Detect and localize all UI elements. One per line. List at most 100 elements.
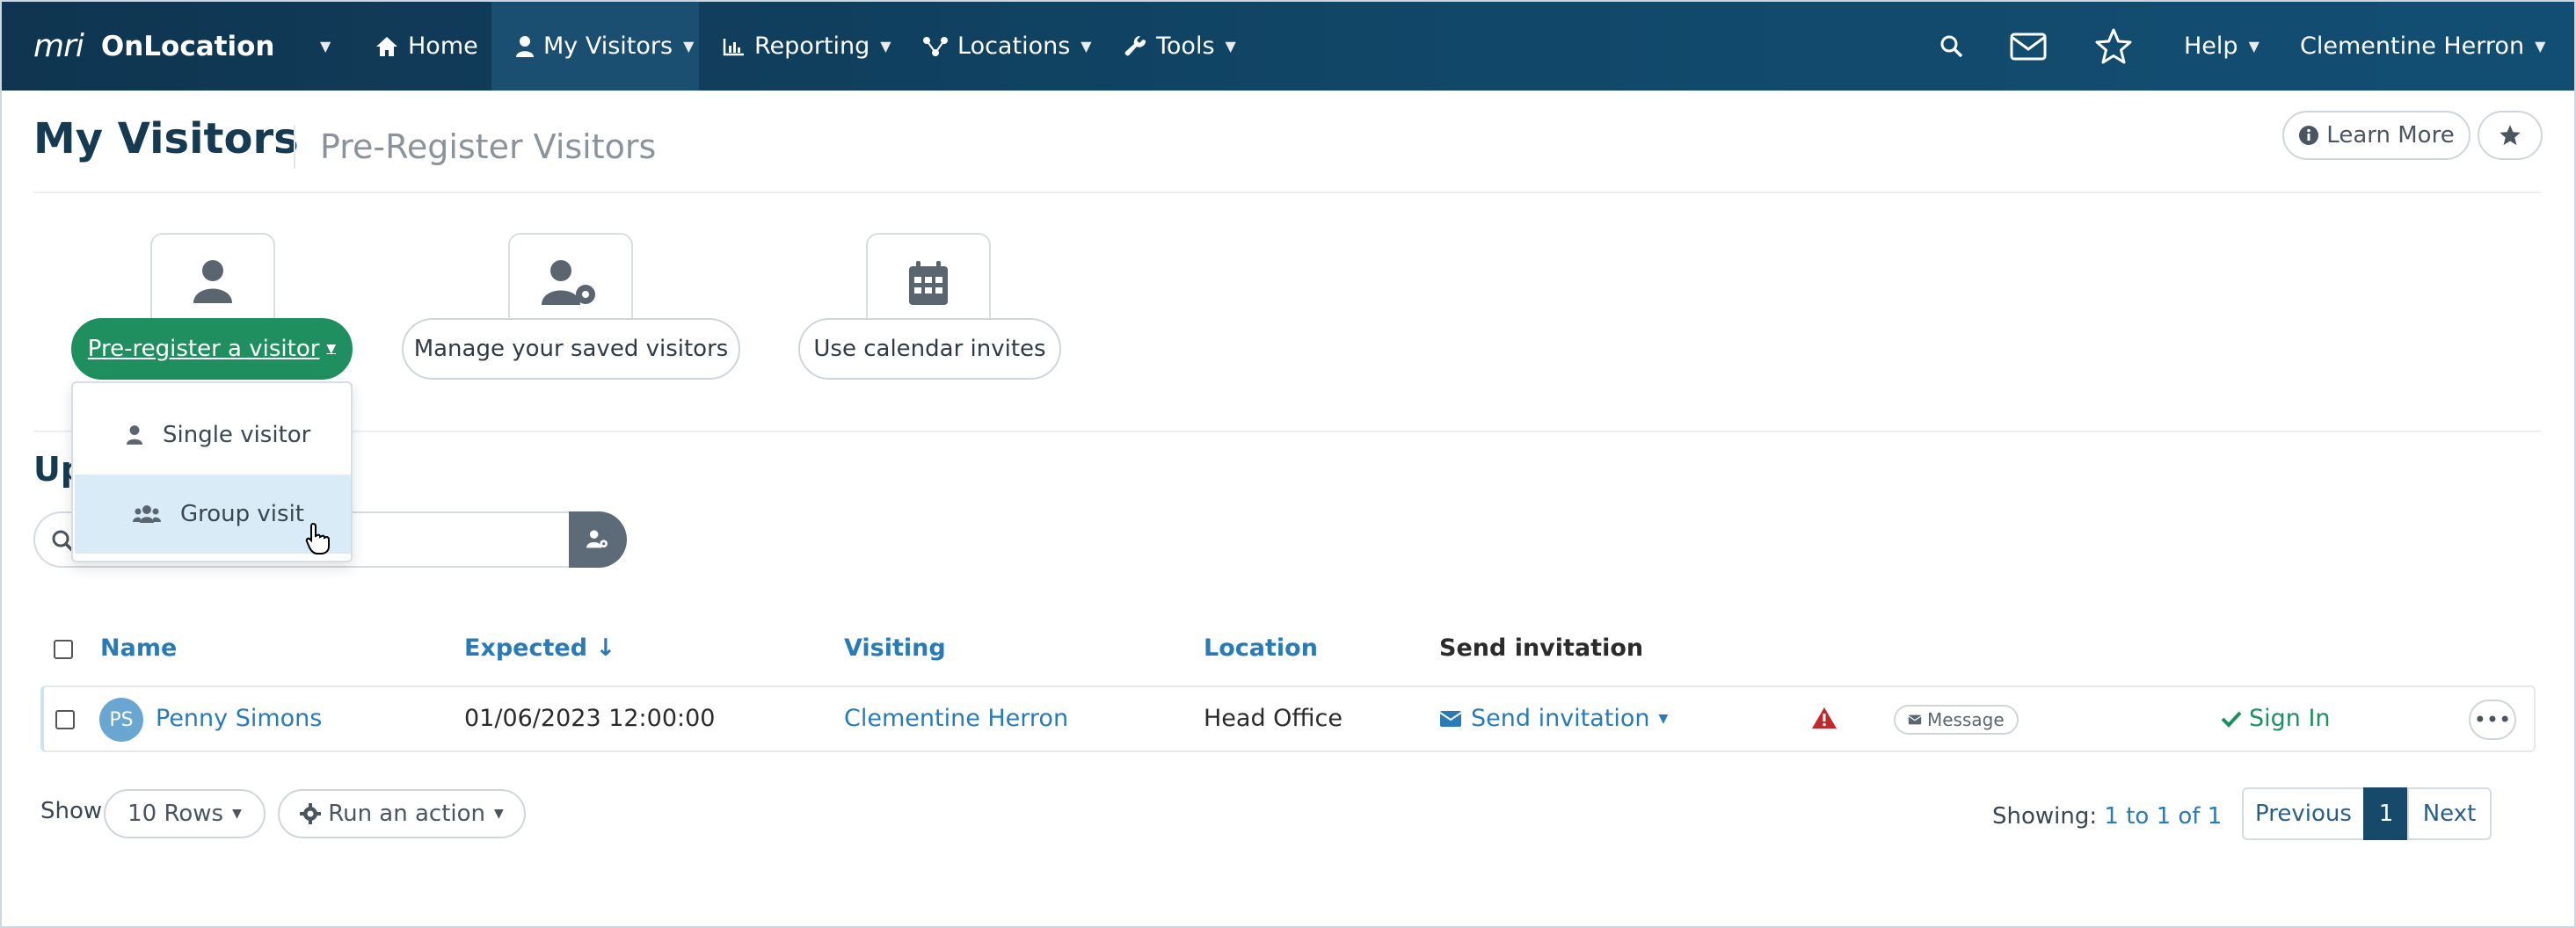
nav-locations[interactable]: Locations ▼ — [922, 2, 1092, 91]
user-icon — [193, 260, 232, 303]
avatar: PS — [99, 698, 143, 742]
help-menu[interactable]: Help ▼ — [2184, 2, 2259, 91]
calendar-icon — [909, 261, 948, 305]
next-label: Next — [2422, 801, 2477, 827]
chevron-down-icon: ▼ — [494, 807, 504, 821]
calendar-invites-button[interactable]: Use calendar invites — [798, 318, 1061, 380]
select-all-checkbox[interactable] — [54, 640, 73, 659]
envelope-icon — [1439, 710, 1462, 727]
chevron-down-icon: ▼ — [880, 38, 891, 54]
chevron-down-icon: ▼ — [326, 342, 337, 356]
chevron-down-icon: ▼ — [320, 38, 331, 54]
group-visit-label: Group visit — [180, 501, 304, 527]
info-icon — [2299, 126, 2319, 145]
calendar-label: Use calendar invites — [813, 336, 1046, 362]
nav-reporting-label: Reporting — [754, 33, 870, 60]
mri-logo: mri — [33, 28, 84, 64]
messages-button[interactable] — [2010, 2, 2056, 91]
page-subtitle: Pre-Register Visitors — [320, 127, 657, 166]
user-icon — [126, 425, 143, 445]
next-page-button[interactable]: Next — [2407, 787, 2492, 840]
visitor-name-link[interactable]: Penny Simons — [156, 705, 322, 732]
ellipsis-icon: ••• — [2473, 707, 2512, 732]
single-visitor-option[interactable]: Single visitor — [75, 395, 351, 475]
previous-page-button[interactable]: Previous — [2242, 787, 2365, 840]
brand[interactable]: mri OnLocation — [33, 2, 274, 91]
showing-label: Showing: — [1992, 803, 2098, 830]
manage-saved-visitors-button[interactable]: Manage your saved visitors — [402, 318, 740, 380]
nav-home[interactable]: Home — [375, 2, 478, 91]
home-icon — [376, 36, 397, 56]
warning-icon[interactable] — [1811, 707, 1837, 729]
help-label: Help — [2184, 33, 2238, 60]
show-label: Show — [40, 798, 103, 824]
pagination-summary: Showing: 1 to 1 of 1 — [1992, 803, 2222, 830]
page-title: My Visitors — [33, 114, 299, 163]
favorites-button[interactable] — [2094, 2, 2142, 91]
search-icon — [1940, 35, 1963, 57]
user-gear-icon — [542, 260, 595, 305]
nav-my-visitors-label: My Visitors — [543, 33, 673, 60]
envelope-icon — [1908, 714, 1922, 725]
sign-in-label: Sign In — [2249, 705, 2331, 732]
sign-in-button[interactable]: Sign In — [2221, 705, 2331, 732]
chevron-down-icon: ▼ — [2535, 38, 2546, 54]
chevron-down-icon: ▼ — [683, 38, 695, 54]
wrench-icon — [1124, 35, 1146, 55]
showing-value: 1 to 1 of 1 — [2104, 803, 2223, 830]
calendar-tile — [866, 233, 991, 330]
column-header-location[interactable]: Location — [1204, 634, 1318, 662]
hand-cursor-icon — [305, 522, 330, 555]
column-header-expected[interactable]: Expected ↓ — [464, 634, 615, 662]
users-icon — [133, 505, 161, 523]
search-button[interactable] — [1939, 2, 1973, 91]
favorite-page-button[interactable] — [2478, 111, 2543, 160]
rows-per-page-select[interactable]: 10 Rows ▼ — [104, 789, 266, 838]
manage-label: Manage your saved visitors — [413, 336, 729, 362]
star-icon — [2500, 125, 2521, 146]
message-button[interactable]: Message — [1894, 705, 2019, 735]
rows-select-label: 10 Rows — [127, 801, 224, 827]
send-invitation-dropdown[interactable]: Send invitation ▼ — [1439, 705, 1668, 732]
previous-label: Previous — [2255, 801, 2352, 827]
saved-visitors-tile — [508, 233, 633, 330]
app-name: OnLocation — [100, 30, 275, 62]
top-navbar: mri OnLocation ▼ Home My Visitors ▼ Repo… — [2, 2, 2574, 91]
column-header-send-invitation: Send invitation — [1439, 634, 1644, 662]
user-icon — [516, 35, 534, 57]
chevron-down-icon: ▼ — [1081, 38, 1092, 54]
user-gear-icon — [586, 530, 608, 548]
run-action-button[interactable]: Run an action ▼ — [278, 789, 526, 838]
single-visitor-label: Single visitor — [163, 422, 311, 448]
column-header-name[interactable]: Name — [100, 634, 177, 662]
nav-locations-label: Locations — [957, 33, 1071, 60]
learn-more-label: Learn More — [2326, 122, 2455, 149]
preregister-label: Pre-register a visitor — [87, 336, 320, 362]
chevron-down-icon: ▼ — [1225, 38, 1236, 54]
nav-tools[interactable]: Tools ▼ — [1124, 2, 1236, 91]
preregister-dropdown: Single visitor Group visit — [71, 381, 353, 562]
envelope-icon — [2010, 33, 2047, 60]
chevron-down-icon: ▼ — [2248, 38, 2259, 54]
visiting-host-link[interactable]: Clementine Herron — [844, 705, 1068, 732]
page-1-button[interactable]: 1 — [2363, 787, 2409, 840]
nav-my-visitors[interactable]: My Visitors ▼ — [491, 2, 699, 91]
check-icon — [2221, 711, 2242, 728]
row-checkbox[interactable] — [55, 710, 75, 729]
title-divider — [294, 125, 295, 169]
send-invitation-label: Send invitation — [1471, 705, 1650, 732]
column-header-visiting[interactable]: Visiting — [844, 634, 946, 662]
preregister-visitor-button[interactable]: Pre-register a visitor ▼ — [71, 318, 353, 380]
learn-more-button[interactable]: Learn More — [2282, 111, 2470, 160]
page-number: 1 — [2378, 801, 2394, 827]
user-menu[interactable]: Clementine Herron ▼ — [2300, 2, 2545, 91]
header-divider — [33, 192, 2541, 193]
brand-menu-toggle[interactable]: ▼ — [309, 2, 331, 91]
row-more-options-button[interactable]: ••• — [2469, 700, 2516, 740]
star-icon — [2095, 28, 2132, 63]
search-options-button[interactable] — [569, 511, 627, 568]
nav-reporting[interactable]: Reporting ▼ — [723, 2, 891, 91]
actions-divider — [33, 431, 2541, 432]
nav-home-label: Home — [408, 33, 478, 60]
gear-icon — [300, 803, 322, 824]
